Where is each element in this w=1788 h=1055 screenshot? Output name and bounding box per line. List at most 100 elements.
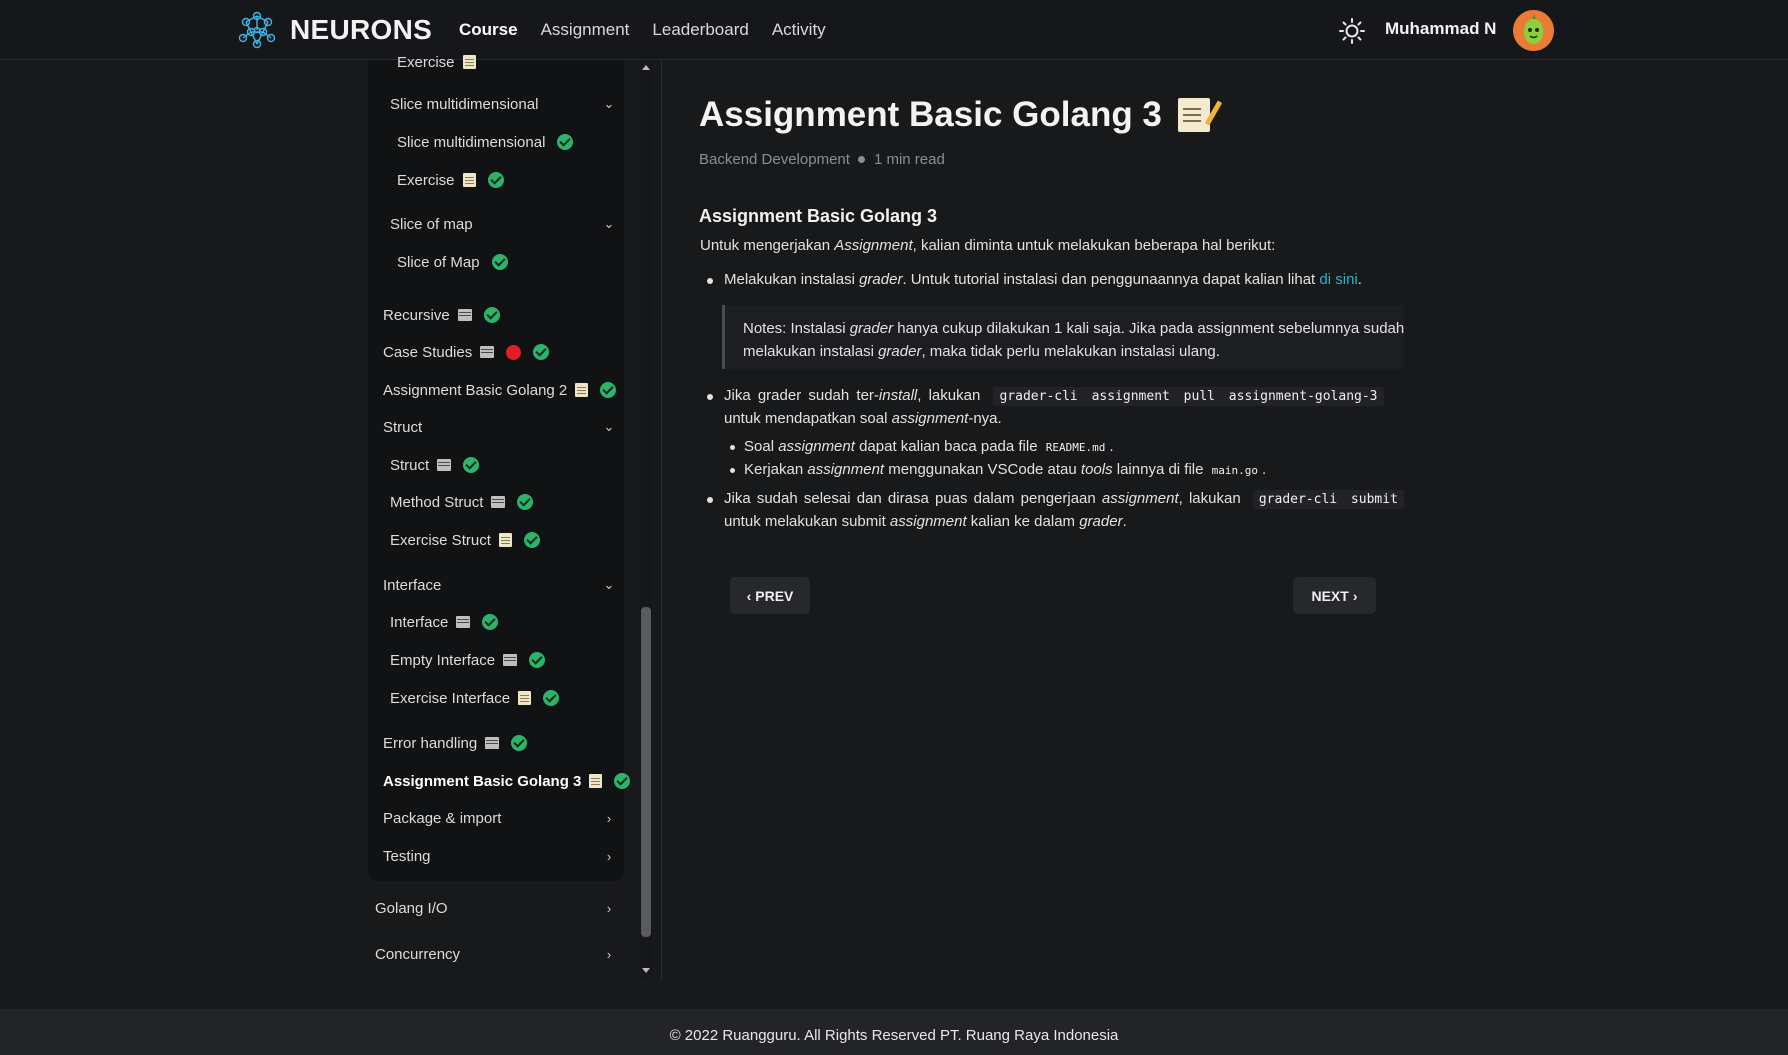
sidebar-item-empty-interface[interactable]: Empty Interface	[390, 648, 546, 672]
text: , lakukan	[1178, 490, 1241, 507]
sidebar-item-interface[interactable]: Interface	[390, 610, 499, 634]
sidebar-item-struct[interactable]: Struct	[390, 453, 480, 477]
chevron-down-icon[interactable]: ⌄	[603, 573, 615, 597]
text: hanya cukup dilakukan 1 kali saja. Jika …	[893, 320, 1405, 337]
chevron-right-icon[interactable]: ›	[603, 844, 615, 868]
scroll-up-arrow-icon[interactable]	[642, 65, 650, 70]
notes-line-1: Notes: Instalasi grader hanya cukup dila…	[743, 317, 1404, 340]
chevron-left-icon: ‹	[746, 587, 752, 604]
sidebar-item-assignment-basic-golang-3[interactable]: Assignment Basic Golang 3	[383, 769, 631, 793]
sidebar-item-recursive[interactable]: Recursive	[383, 303, 500, 327]
sidebar-group-testing[interactable]: Testing	[383, 844, 431, 868]
sidebar-item-method-struct[interactable]: Method Struct	[390, 490, 534, 514]
chevron-down-icon[interactable]: ⌄	[603, 415, 615, 439]
check-icon	[511, 735, 528, 751]
check-icon	[600, 382, 617, 398]
prev-button[interactable]: ‹ PREV	[730, 577, 810, 614]
sidebar-item-label: Assignment Basic Golang 3	[383, 772, 582, 790]
chevron-right-icon[interactable]: ›	[603, 942, 615, 966]
text: , maka tidak perlu melakukan instalasi u…	[921, 343, 1220, 360]
sidebar-item-label: Method Struct	[390, 493, 484, 511]
text-italic: Assignment	[834, 237, 913, 254]
meta-read-time: 1 min read	[873, 151, 945, 168]
user-name[interactable]: Muhammad N	[1385, 19, 1496, 39]
tutorial-link[interactable]: di sini	[1319, 271, 1357, 288]
sidebar-item-exercise[interactable]: Exercise	[397, 168, 504, 192]
scroll-down-arrow-icon[interactable]	[642, 968, 650, 973]
text: -nya.	[968, 410, 1002, 427]
nav-link-activity[interactable]: Activity	[772, 20, 826, 40]
sidebar-module-concurrency[interactable]: Concurrency	[375, 942, 460, 966]
sun-icon[interactable]	[1338, 17, 1366, 45]
sidebar-item-exercise-top[interactable]: Exercise	[397, 50, 476, 74]
sidebar-group-interface[interactable]: Interface	[383, 573, 441, 597]
doc-icon	[518, 691, 532, 705]
sidebar-group-slice-multidimensional[interactable]: Slice multidimensional	[390, 92, 538, 116]
sidebar-item-label: Assignment Basic Golang 2	[383, 381, 568, 399]
text: .	[1122, 513, 1127, 530]
video-icon	[456, 616, 471, 628]
text: Melakukan instalasi	[724, 271, 860, 288]
sidebar-item-error-handling[interactable]: Error handling	[383, 731, 528, 755]
text-italic: assignment	[891, 410, 969, 427]
nav-link-course[interactable]: Course	[459, 20, 518, 40]
sidebar-group-package-import[interactable]: Package & import	[383, 806, 501, 830]
bullet	[730, 445, 735, 450]
page-title: Assignment Basic Golang 3	[699, 95, 1210, 135]
sidebar-item-slice-multidimensional[interactable]: Slice multidimensional	[397, 130, 574, 154]
sidebar-group-slice-of-map[interactable]: Slice of map	[390, 212, 473, 236]
nav-link-assignment[interactable]: Assignment	[541, 20, 630, 40]
text: kalian ke dalam	[966, 513, 1080, 530]
intro-paragraph: Untuk mengerjakan Assignment, kalian dim…	[700, 237, 1275, 254]
doc-icon	[575, 383, 589, 397]
avatar[interactable]	[1513, 10, 1554, 51]
code-submit-command: grader-cli submit	[1252, 490, 1404, 509]
bullet	[707, 278, 713, 284]
sidebar-item-label: Struct	[390, 456, 430, 474]
notes-blockquote: Notes: Instalasi grader hanya cukup dila…	[722, 305, 1404, 369]
check-icon	[491, 254, 508, 270]
sidebar-group-label: Slice multidimensional	[390, 95, 539, 113]
bullet	[707, 394, 713, 400]
sidebar-group-struct[interactable]: Struct	[383, 415, 422, 439]
text: menggunakan VSCode atau	[884, 461, 1081, 478]
next-button[interactable]: NEXT ›	[1293, 577, 1376, 614]
sidebar-group-label: Testing	[383, 847, 431, 865]
text: .	[1262, 461, 1267, 478]
video-icon	[457, 309, 472, 321]
brand[interactable]: NEURONS	[238, 10, 432, 50]
sidebar-module-label: Concurrency	[375, 945, 461, 963]
text: , kalian diminta untuk melakukan beberap…	[912, 237, 1276, 254]
meta-category: Backend Development	[699, 151, 850, 168]
text: untuk melakukan submit	[724, 513, 890, 530]
text: dapat kalian baca pada file	[854, 438, 1042, 455]
sidebar-group-label: Interface	[383, 576, 442, 594]
chevron-right-icon[interactable]: ›	[603, 806, 615, 830]
prev-button-label: PREV	[755, 587, 794, 604]
text-italic: install	[878, 387, 918, 404]
sidebar-item-case-studies[interactable]: Case Studies	[383, 340, 550, 364]
sidebar-item-exercise-interface[interactable]: Exercise Interface	[390, 686, 560, 710]
neuron-network-icon	[238, 11, 276, 49]
navbar: NEURONS Course Assignment Leaderboard Ac…	[0, 0, 1788, 60]
footer: © 2022 Ruangguru. All Rights Reserved PT…	[0, 1009, 1788, 1055]
sidebar-item-assignment-basic-golang-2[interactable]: Assignment Basic Golang 2	[383, 378, 617, 402]
text: .	[1357, 271, 1362, 288]
text-italic: assignment	[807, 461, 885, 478]
nav-link-leaderboard[interactable]: Leaderboard	[652, 20, 748, 40]
check-icon	[557, 134, 574, 150]
chevron-right-icon[interactable]: ›	[603, 896, 615, 920]
check-icon	[517, 494, 534, 510]
sidebar-item-exercise-struct[interactable]: Exercise Struct	[390, 528, 540, 552]
video-icon	[503, 654, 518, 666]
page-title-text: Assignment Basic Golang 3	[699, 95, 1162, 134]
sidebar-scrollbar[interactable]	[639, 60, 653, 980]
chevron-down-icon[interactable]: ⌄	[603, 212, 615, 236]
chevron-down-icon[interactable]: ⌄	[603, 92, 615, 116]
video-icon	[491, 496, 506, 508]
scroll-thumb[interactable]	[641, 607, 651, 937]
check-icon	[543, 690, 560, 706]
sidebar-group-label: Package & import	[383, 809, 502, 827]
sidebar-item-slice-of-map[interactable]: Slice of Map	[397, 250, 508, 274]
sidebar-module-golang-io[interactable]: Golang I/O	[375, 896, 448, 920]
